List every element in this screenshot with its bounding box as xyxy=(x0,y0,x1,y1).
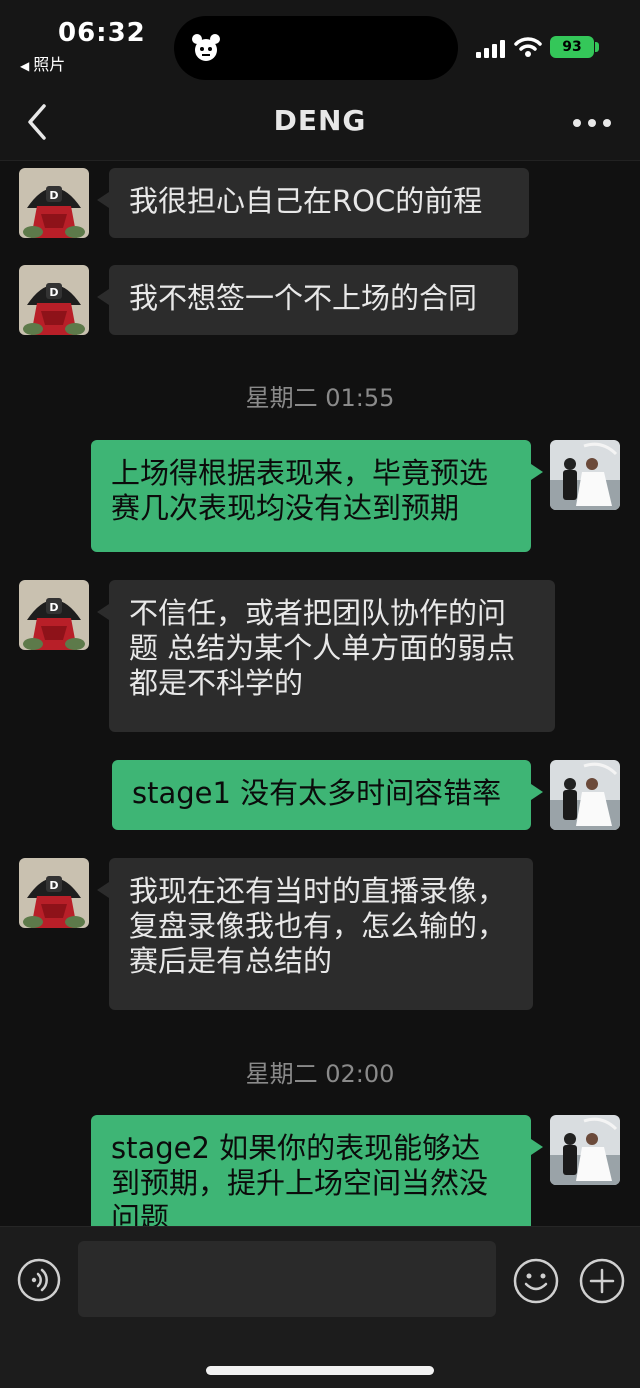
message-text: stage1 没有太多时间容错率 xyxy=(132,776,502,810)
message-input[interactable] xyxy=(78,1241,496,1317)
message-text: 我很担心自己在ROC的前程 xyxy=(129,184,483,218)
my-avatar[interactable] xyxy=(550,760,620,830)
battery-icon: 93 xyxy=(550,36,594,58)
message-list[interactable]: D 我很担心自己在ROC的前程 D 我不想签一个不上场的合同 星期二 01:55… xyxy=(0,160,640,1226)
battery-level: 93 xyxy=(562,39,582,55)
message-line: 赛后是有总结的 xyxy=(129,944,333,978)
home-indicator[interactable] xyxy=(206,1366,434,1375)
more-dots-icon[interactable] xyxy=(572,118,612,128)
contact-avatar[interactable]: D xyxy=(19,265,89,335)
message-line: 问题 xyxy=(111,1201,170,1226)
message-line: 都是不科学的 xyxy=(129,666,304,700)
my-avatar[interactable] xyxy=(550,440,620,510)
outgoing-message-bubble[interactable]: stage1 没有太多时间容错率 xyxy=(112,760,543,830)
svg-text:D: D xyxy=(49,286,58,299)
incoming-message-bubble[interactable]: 我很担心自己在ROC的前程 xyxy=(97,168,529,238)
outgoing-message-bubble[interactable]: stage2 如果你的表现能够达 到预期，提升上场空间当然没 问题 xyxy=(91,1115,543,1226)
message-text: 我不想签一个不上场的合同 xyxy=(129,281,478,315)
message-line: 题 总结为某个人单方面的弱点 xyxy=(129,631,516,665)
back-to-app-link[interactable]: ◀ 照片 xyxy=(20,51,65,75)
input-bar xyxy=(0,1226,640,1388)
message-line: stage2 如果你的表现能够达 xyxy=(111,1131,481,1165)
cellular-signal-icon xyxy=(476,40,505,58)
dynamic-island xyxy=(174,16,458,80)
my-avatar[interactable] xyxy=(550,1115,620,1185)
message-line: 我现在还有当时的直播录像， xyxy=(129,874,507,908)
app-activity-icon xyxy=(192,34,220,61)
svg-text:D: D xyxy=(49,601,58,614)
back-triangle-icon: ◀ xyxy=(20,59,30,73)
message-line: 复盘录像我也有，怎么输的， xyxy=(129,909,507,943)
message-line: 到预期，提升上场空间当然没 xyxy=(111,1166,489,1200)
wifi-icon xyxy=(514,37,542,57)
contact-avatar[interactable]: D xyxy=(19,580,89,650)
message-timestamp: 星期二 01:55 xyxy=(245,384,395,412)
emoji-icon[interactable] xyxy=(512,1257,560,1305)
contact-avatar[interactable]: D xyxy=(19,168,89,238)
message-line: 赛几次表现均没有达到预期 xyxy=(111,491,460,525)
outgoing-message-bubble[interactable]: 上场得根据表现来，毕竟预选 赛几次表现均没有达到预期 xyxy=(91,440,543,552)
battery-tip xyxy=(595,42,599,52)
chat-title: DENG xyxy=(273,104,367,137)
back-app-label: 照片 xyxy=(33,55,66,74)
status-bar: 06:32 ◀ 照片 93 xyxy=(0,0,640,82)
incoming-message-bubble[interactable]: 我现在还有当时的直播录像， 复盘录像我也有，怎么输的， 赛后是有总结的 xyxy=(97,858,533,1010)
status-time: 06:32 xyxy=(58,18,146,48)
message-line: 不信任，或者把团队协作的问 xyxy=(129,596,507,630)
chat-header: DENG xyxy=(0,82,640,161)
voice-icon[interactable] xyxy=(16,1257,62,1303)
message-timestamp: 星期二 02:00 xyxy=(245,1060,395,1088)
plus-icon[interactable] xyxy=(578,1257,626,1305)
incoming-message-bubble[interactable]: 我不想签一个不上场的合同 xyxy=(97,265,518,335)
message-line: 上场得根据表现来，毕竟预选 xyxy=(111,456,489,490)
svg-text:D: D xyxy=(49,189,58,202)
incoming-message-bubble[interactable]: 不信任，或者把团队协作的问 题 总结为某个人单方面的弱点 都是不科学的 xyxy=(97,580,555,732)
contact-avatar[interactable]: D xyxy=(19,858,89,928)
svg-text:D: D xyxy=(49,879,58,892)
